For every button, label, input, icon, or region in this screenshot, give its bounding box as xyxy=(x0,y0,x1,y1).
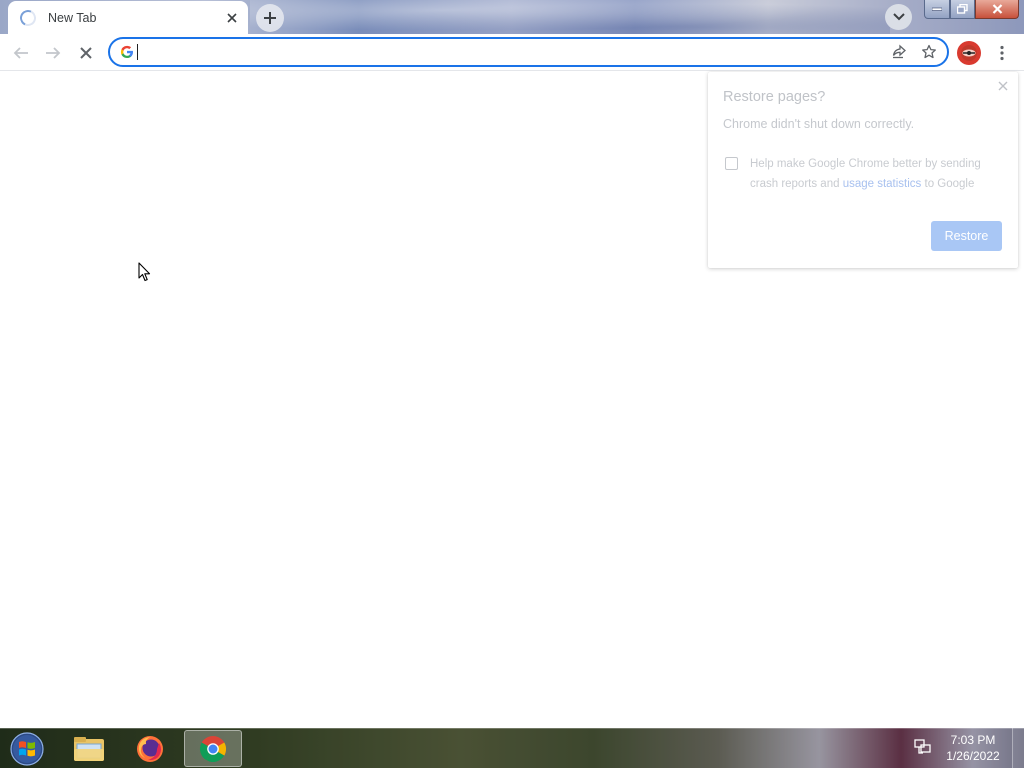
forward-button[interactable] xyxy=(40,40,66,66)
tab-new-tab[interactable]: New Tab xyxy=(8,1,248,34)
profile-avatar-icon[interactable] xyxy=(957,41,981,65)
star-icon[interactable] xyxy=(917,40,941,64)
stop-icon xyxy=(80,47,92,59)
google-g-icon xyxy=(119,44,135,60)
firefox-icon[interactable] xyxy=(121,730,179,767)
maximize-icon xyxy=(957,4,968,14)
tab-search-button[interactable] xyxy=(885,4,912,30)
kebab-menu-icon[interactable] xyxy=(992,41,1012,65)
new-tab-button[interactable] xyxy=(256,4,284,32)
tab-title: New Tab xyxy=(48,10,97,25)
show-desktop-button[interactable] xyxy=(1012,728,1024,768)
browser-toolbar xyxy=(0,34,1024,71)
file-explorer-icon[interactable] xyxy=(60,730,118,767)
clock-time: 7:03 PM xyxy=(950,733,996,747)
network-icon[interactable] xyxy=(914,738,932,756)
plus-icon xyxy=(264,12,276,24)
minimize-button[interactable] xyxy=(924,0,950,19)
usage-statistics-link[interactable]: usage statistics xyxy=(843,178,922,190)
address-bar[interactable] xyxy=(108,37,949,67)
checkbox-text-after: to Google xyxy=(921,178,975,190)
bubble-subtitle: Chrome didn't shut down correctly. xyxy=(723,117,915,131)
back-arrow-icon xyxy=(13,47,28,59)
close-icon[interactable] xyxy=(998,78,1008,94)
restore-button[interactable]: Restore xyxy=(931,221,1002,251)
address-input[interactable] xyxy=(146,41,887,63)
system-clock[interactable]: 7:03 PM 1/26/2022 xyxy=(940,732,1006,764)
taskbar: 7:03 PM 1/26/2022 xyxy=(0,728,1024,768)
forward-arrow-icon xyxy=(46,47,61,59)
title-bar: New Tab xyxy=(0,0,1024,34)
bubble-title: Restore pages? xyxy=(723,89,826,105)
chrome-icon[interactable] xyxy=(184,730,242,767)
windows-start-icon[interactable] xyxy=(6,730,48,768)
crash-report-checkbox[interactable] xyxy=(725,157,738,170)
minimize-icon xyxy=(932,7,942,11)
close-window-button[interactable] xyxy=(975,0,1019,19)
stop-button[interactable] xyxy=(73,40,99,66)
chevron-down-icon xyxy=(892,13,905,21)
loading-spinner-icon xyxy=(17,7,39,28)
mouse-cursor-icon xyxy=(138,262,151,282)
maximize-button[interactable] xyxy=(950,0,975,19)
tab-close-icon[interactable] xyxy=(224,10,240,26)
crash-report-label: Help make Google Chrome better by sendin… xyxy=(750,154,1000,194)
close-icon xyxy=(992,4,1002,14)
text-caret xyxy=(137,44,138,60)
share-icon[interactable] xyxy=(887,40,911,64)
clock-date: 1/26/2022 xyxy=(946,749,1000,763)
back-button[interactable] xyxy=(8,40,34,66)
restore-pages-bubble: Restore pages? Chrome didn't shut down c… xyxy=(708,72,1018,268)
